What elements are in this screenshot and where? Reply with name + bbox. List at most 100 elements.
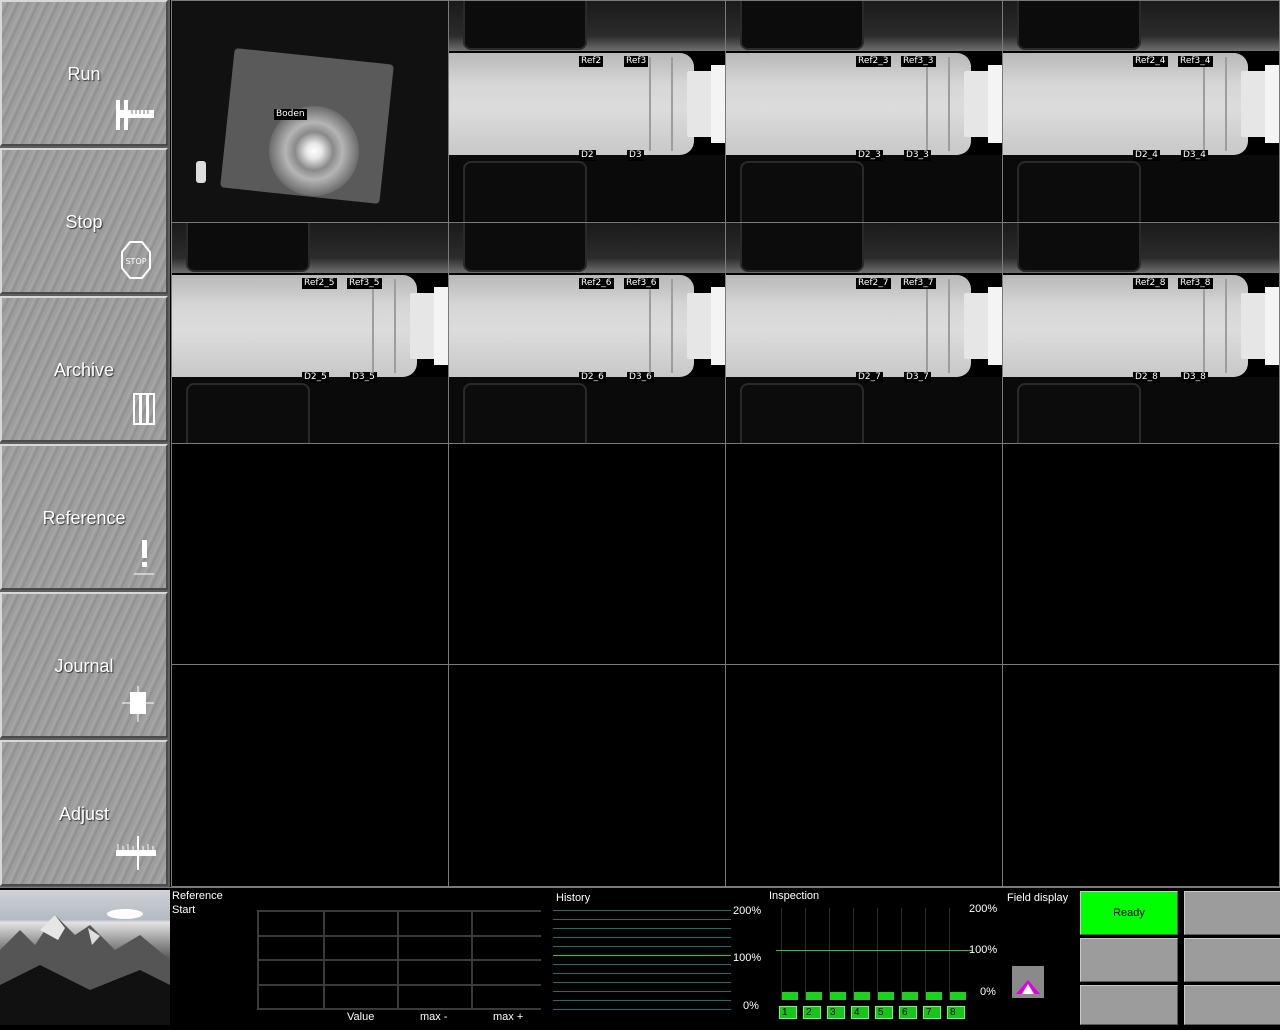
blank-button-1[interactable]	[1184, 891, 1280, 935]
ready-status-button[interactable]: Ready	[1080, 891, 1178, 935]
field-display-button[interactable]	[1012, 966, 1044, 998]
history-gridline	[553, 1009, 731, 1010]
camera-image-top	[172, 1, 448, 222]
camera-view-3[interactable]: Ref2_3 Ref3_3 D2_3 D3_3	[725, 0, 1003, 223]
roi-label-ref3: Ref3_7	[901, 278, 936, 289]
history-gridline	[553, 937, 731, 938]
roi-label-ref2: Ref2_4	[1133, 56, 1168, 67]
inspection-channel-4[interactable]: 4	[851, 1006, 869, 1019]
inspection-channel-8[interactable]: 8	[947, 1006, 965, 1019]
roi-label-ref3: Ref3_6	[624, 278, 659, 289]
camera-view-empty[interactable]	[1002, 664, 1280, 887]
camera-view-top[interactable]: Boden	[171, 0, 449, 223]
camera-view-8[interactable]: Ref2_8 Ref3_8 D2_8 D3_8	[1002, 222, 1280, 444]
inspection-channel-7[interactable]: 7	[923, 1006, 941, 1019]
history-gridline	[553, 919, 731, 920]
reference-table	[257, 910, 545, 1010]
inspection-scale-100: 100%	[969, 944, 998, 956]
camera-view-empty[interactable]	[171, 664, 449, 887]
camera-view-empty[interactable]	[448, 443, 726, 665]
inspection-channel-2[interactable]: 2	[803, 1006, 821, 1019]
camera-image-5	[172, 223, 448, 443]
inspection-channel-3[interactable]: 3	[827, 1006, 845, 1019]
svg-text:STOP: STOP	[125, 257, 146, 266]
roi-label-d3: D3_5	[350, 372, 377, 383]
field-display-icon	[1016, 980, 1040, 994]
history-gridline	[553, 991, 731, 992]
sidebar: Run Stop STOP Archive Reference Journal …	[0, 0, 170, 887]
roi-label-d3: D3_6	[627, 372, 654, 383]
roi-label-ref2: Ref2_6	[579, 278, 614, 289]
reference-title: Reference	[172, 890, 223, 902]
history-gridline	[553, 973, 731, 974]
blank-button-2[interactable]	[1080, 938, 1178, 982]
camera-view-4[interactable]: Ref2_4 Ref3_4 D2_4 D3_4	[1002, 0, 1280, 223]
ruler-icon	[116, 836, 156, 870]
history-scale-200: 200%	[733, 905, 762, 917]
archive-icon	[133, 393, 155, 425]
camera-image-4	[1003, 1, 1279, 222]
reference-label: Reference	[42, 508, 126, 528]
camera-view-empty[interactable]	[725, 664, 1003, 887]
caliper-icon	[116, 100, 154, 130]
table-header-value: Value	[347, 1011, 375, 1023]
history-gridline	[553, 910, 731, 911]
mountain-logo	[0, 890, 170, 1025]
roi-label-d3: D3_7	[904, 372, 931, 383]
camera-view-5[interactable]: Ref2_5 Ref3_5 D2_5 D3_5	[171, 222, 449, 444]
camera-view-empty[interactable]	[1002, 443, 1280, 665]
inspection-bar-8	[944, 908, 972, 1000]
camera-image-2	[449, 1, 725, 222]
table-header-max-plus: max +	[493, 1011, 524, 1023]
camera-image-8	[1003, 223, 1279, 443]
roi-label-d2: D2_8	[1133, 372, 1160, 383]
table-header-max-minus: max -	[420, 1011, 448, 1023]
camera-image-3	[726, 1, 1002, 222]
stop-sign-icon: STOP	[121, 241, 151, 279]
adjust-button[interactable]: Adjust	[0, 740, 168, 886]
roi-label-d3: D3_3	[904, 150, 931, 161]
inspection-channel-6[interactable]: 6	[899, 1006, 917, 1019]
camera-view-2[interactable]: Ref2 Ref3 D2 D3	[448, 0, 726, 223]
inspection-scale-200: 200%	[969, 903, 998, 915]
camera-view-6[interactable]: Ref2_6 Ref3_6 D2_6 D3_6	[448, 222, 726, 444]
roi-label-ref3: Ref3_8	[1178, 278, 1213, 289]
blank-button-3[interactable]	[1184, 938, 1280, 982]
run-button[interactable]: Run	[0, 0, 168, 146]
roi-label-d2: D2_5	[302, 372, 329, 383]
blank-button-5[interactable]	[1184, 985, 1280, 1025]
roi-label-ref3: Ref3_5	[347, 278, 382, 289]
roi-label-d2: D2	[579, 150, 596, 161]
roi-label-d3: D3	[627, 150, 644, 161]
camera-view-empty[interactable]	[725, 443, 1003, 665]
roi-label-d2: D2_4	[1133, 150, 1160, 161]
reference-exclamation-icon	[134, 540, 154, 575]
roi-label-ref2: Ref2_7	[856, 278, 891, 289]
stop-button[interactable]: Stop STOP	[0, 148, 168, 294]
archive-button[interactable]: Archive	[0, 296, 168, 442]
camera-view-7[interactable]: Ref2_7 Ref3_7 D2_7 D3_7	[725, 222, 1003, 444]
roi-label-ref2: Ref2_5	[302, 278, 337, 289]
archive-label: Archive	[53, 360, 115, 380]
journal-button[interactable]: Journal	[0, 592, 168, 738]
camera-view-empty[interactable]	[448, 664, 726, 887]
inspection-channel-1[interactable]: 1	[779, 1006, 797, 1019]
stop-label: Stop	[65, 212, 103, 232]
inspection-bar-2	[800, 908, 828, 1000]
roi-label-d3: D3_8	[1181, 372, 1208, 383]
blank-button-4[interactable]	[1080, 985, 1178, 1025]
camera-view-empty[interactable]	[171, 443, 449, 665]
history-graph	[553, 910, 731, 1010]
inspection-channel-5[interactable]: 5	[875, 1006, 893, 1019]
history-gridline	[553, 955, 731, 956]
inspection-bar-3	[824, 908, 852, 1000]
inspection-scale-0: 0%	[980, 986, 996, 998]
history-scale-0: 0%	[743, 1000, 759, 1012]
run-label: Run	[67, 64, 101, 84]
roi-label-d2: D2_6	[579, 372, 606, 383]
history-title: History	[556, 892, 591, 904]
reference-button[interactable]: Reference	[0, 444, 168, 590]
journal-icon	[122, 686, 154, 722]
inspection-bar-1	[776, 908, 804, 1000]
adjust-label: Adjust	[58, 804, 110, 824]
